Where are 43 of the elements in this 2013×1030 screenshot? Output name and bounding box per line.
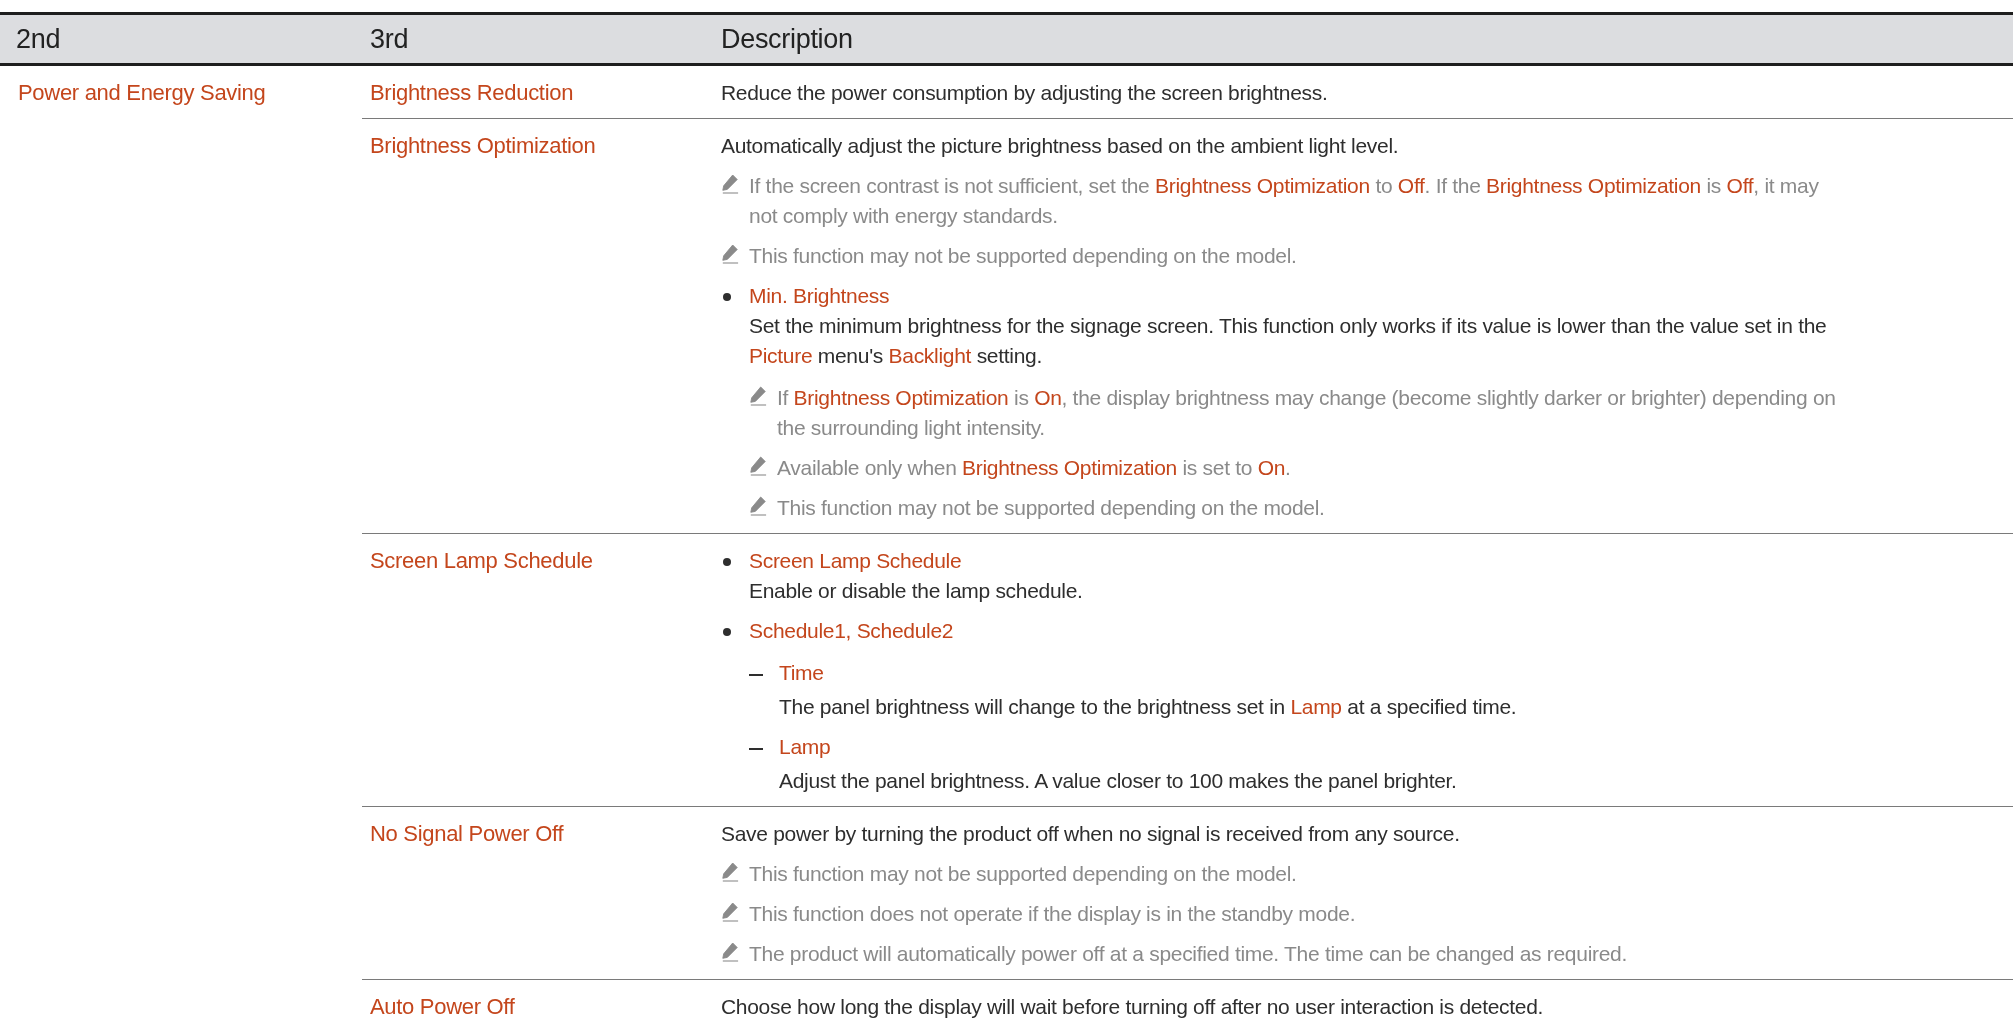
bullet-icon	[723, 558, 731, 566]
pencil-icon	[721, 244, 739, 264]
option-text: Adjust the panel brightness. A value closer to 100 makes the panel brighter.	[779, 768, 1457, 794]
note-text: The product will automatically power off at a specified time. The time can be changed as required.	[749, 941, 1627, 967]
note-text: This function does not operate if the display is in the standby mode.	[749, 901, 1356, 927]
option-text: The panel brightness will change to the brightness set in Lamp at a specified time.	[779, 694, 1517, 720]
bullet-icon	[723, 293, 731, 301]
pencil-icon	[721, 902, 739, 922]
option-text: Set the minimum brightness for the signage screen. This function only works if its value is lower than the value set in the Picture menu's Backlight setting.	[749, 313, 1828, 369]
note-text: If the screen contrast is not sufficient, set the Brightness Optimization to Off. If the Brightness Optimization is Off, it may not comply with energy standards.	[749, 173, 1819, 229]
bullet-icon	[723, 628, 731, 636]
pencil-icon	[749, 496, 767, 516]
pencil-icon	[749, 386, 767, 406]
dash-icon	[749, 674, 763, 676]
note-text: This function may not be supported depending on the model.	[749, 243, 1297, 269]
column-header: 2nd	[15, 23, 62, 55]
submenu-item-label: Brightness Reduction	[369, 79, 575, 107]
option-title: Min. Brightness	[749, 283, 891, 309]
submenu-item-label: Brightness Optimization	[369, 132, 597, 160]
column-header: 3rd	[369, 23, 410, 55]
option-title: Time	[779, 660, 825, 686]
pencil-icon	[749, 456, 767, 476]
option-text: Enable or disable the lamp schedule.	[749, 578, 1083, 604]
column-header: Description	[720, 23, 854, 55]
description-text: Save power by turning the product off when no signal is received from any source.	[721, 821, 1461, 847]
note-text: If Brightness Optimization is On, the display brightness may change (become slightly darker or brighter) depending on the surrounding light intensity.	[777, 385, 1836, 441]
submenu-item-label: Screen Lamp Schedule	[369, 547, 594, 575]
option-title: Lamp	[779, 734, 832, 760]
option-title: Screen Lamp Schedule	[749, 548, 963, 574]
note-text: Available only when Brightness Optimization is set to On.	[777, 455, 1291, 481]
dash-icon	[749, 748, 763, 750]
submenu-item-label: Auto Power Off	[369, 993, 516, 1021]
description-text: Choose how long the display will wait before turning off after no user interaction is detected.	[721, 994, 1545, 1020]
description-text: Reduce the power consumption by adjusting the screen brightness.	[721, 80, 1329, 106]
note-text: This function may not be supported depending on the model.	[777, 495, 1325, 521]
pencil-icon	[721, 174, 739, 194]
submenu-item-label: No Signal Power Off	[369, 820, 565, 848]
note-text: This function may not be supported depending on the model.	[749, 861, 1297, 887]
menu-item-label: Power and Energy Saving	[17, 79, 267, 107]
description-text: Automatically adjust the picture brightness based on the ambient light level.	[721, 133, 1400, 159]
option-title: Schedule1, Schedule2	[749, 618, 955, 644]
pencil-icon	[721, 942, 739, 962]
pencil-icon	[721, 862, 739, 882]
